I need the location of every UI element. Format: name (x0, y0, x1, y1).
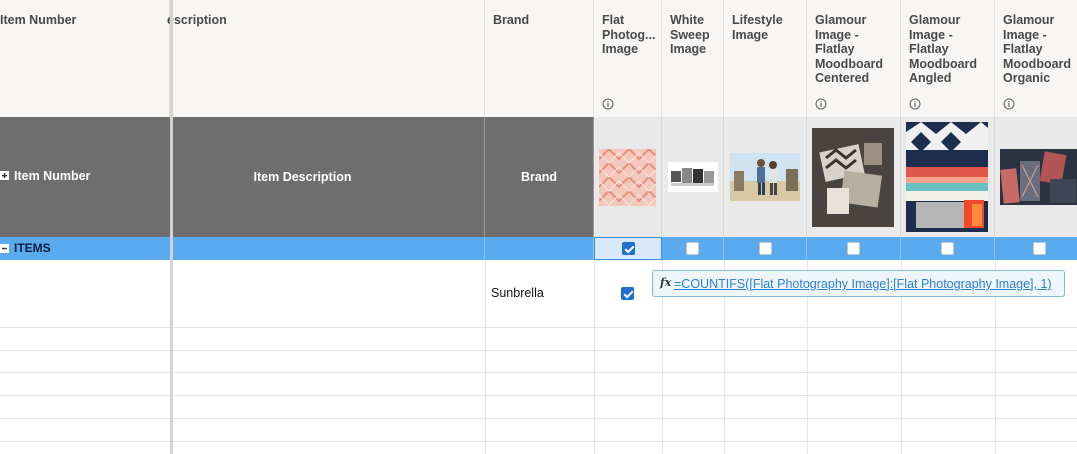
row-divider (0, 327, 1077, 328)
column-header-label: Glamour Image - Flatlay Moodboard Center… (815, 13, 884, 85)
thumb-cell-glamour-angled[interactable] (901, 117, 995, 237)
column-header-label: escription (167, 13, 227, 27)
column-header-label: Brand (493, 13, 530, 27)
column-header-flat-photography-image[interactable]: Flat Photog... Image (594, 0, 662, 117)
column-header-glamour-angled[interactable]: Glamour Image - Flatlay Moodboard Angled (901, 0, 995, 117)
lifestyle-thumbnail (730, 153, 800, 201)
row-divider (0, 372, 1077, 373)
items-glamour-organic-checkbox[interactable] (1033, 242, 1046, 255)
items-lifestyle-checkbox[interactable] (759, 242, 772, 255)
minus-icon[interactable] (0, 244, 9, 253)
items-cell-glamour-centered[interactable] (807, 237, 901, 260)
column-header-label: Lifestyle Image (732, 13, 783, 42)
items-cell-lifestyle[interactable] (724, 237, 807, 260)
items-flat-photography-checkbox[interactable] (622, 242, 635, 255)
formula-link[interactable]: =COUNTIFS([Flat Photography Image]:[Flat… (674, 277, 1052, 291)
column-divider (594, 260, 595, 454)
items-cell-flat-photography[interactable] (594, 237, 662, 260)
glamour-angled-thumbnail (906, 122, 988, 232)
column-header-lifestyle-image[interactable]: Lifestyle Image (724, 0, 807, 117)
items-glamour-centered-checkbox[interactable] (847, 242, 860, 255)
row-divider (0, 350, 1077, 351)
column-divider (485, 260, 486, 454)
flat-photography-thumbnail (599, 149, 656, 206)
items-cell-glamour-organic[interactable] (995, 237, 1077, 260)
summary-cell-description[interactable]: Item Description (173, 117, 485, 237)
items-glamour-angled-checkbox[interactable] (941, 242, 954, 255)
column-header-item-number[interactable]: Item Number (0, 0, 170, 117)
thumb-cell-white-sweep[interactable] (662, 117, 724, 237)
thumb-cell-lifestyle[interactable] (724, 117, 807, 237)
column-header-label: Glamour Image - Flatlay Moodboard Angled (909, 13, 978, 85)
column-header-label: Flat Photog... Image (602, 13, 656, 56)
info-icon[interactable] (815, 98, 827, 110)
glamour-organic-thumbnail (1000, 149, 1077, 205)
row-divider (0, 418, 1077, 419)
brand-cell-value[interactable]: Sunbrella (491, 286, 544, 300)
items-cell-glamour-angled[interactable] (901, 237, 995, 260)
summary-cell-brand[interactable]: Brand (485, 117, 594, 237)
formula-tooltip: fx =COUNTIFS([Flat Photography Image]:[F… (652, 270, 1065, 297)
items-cell-item-number[interactable]: ITEMS (0, 237, 171, 260)
column-header-label: Item Number (0, 13, 77, 27)
thumb-cell-glamour-centered[interactable] (807, 117, 901, 237)
white-sweep-thumbnail (668, 162, 718, 192)
column-header-glamour-centered[interactable]: Glamour Image - Flatlay Moodboard Center… (807, 0, 901, 117)
info-icon[interactable] (1003, 98, 1015, 110)
row-flat-photography-checkbox[interactable] (621, 287, 634, 300)
column-header-label: White Sweep Image (670, 13, 710, 56)
fx-icon: fx (660, 276, 672, 289)
plus-icon[interactable] (0, 171, 9, 180)
thumb-cell-flat-photography[interactable] (594, 117, 662, 237)
frozen-column-divider[interactable] (170, 0, 173, 454)
info-icon[interactable] (602, 98, 614, 110)
row-divider (0, 395, 1077, 396)
summary-description-label: Item Description (253, 170, 352, 184)
items-cell-white-sweep[interactable] (662, 237, 724, 260)
summary-brand-label: Brand (520, 170, 558, 184)
summary-item-number-label: Item Number (14, 169, 91, 183)
items-group-label: ITEMS (14, 241, 51, 255)
column-header-glamour-organic[interactable]: Glamour Image - Flatlay Moodboard Organi… (995, 0, 1077, 117)
column-header-white-sweep-image[interactable]: White Sweep Image (662, 0, 724, 117)
column-header-brand[interactable]: Brand (485, 0, 594, 117)
items-white-sweep-checkbox[interactable] (686, 242, 699, 255)
column-header-label: Glamour Image - Flatlay Moodboard Organi… (1003, 13, 1072, 85)
summary-cell-item-number[interactable]: Item Number (0, 117, 171, 237)
items-cell-brand[interactable] (485, 237, 594, 260)
info-icon[interactable] (909, 98, 921, 110)
thumb-cell-glamour-organic[interactable] (995, 117, 1077, 237)
items-cell-description[interactable] (173, 237, 485, 260)
column-header-description[interactable]: escription (167, 0, 485, 117)
glamour-centered-thumbnail (812, 128, 894, 227)
row-divider (0, 441, 1077, 442)
